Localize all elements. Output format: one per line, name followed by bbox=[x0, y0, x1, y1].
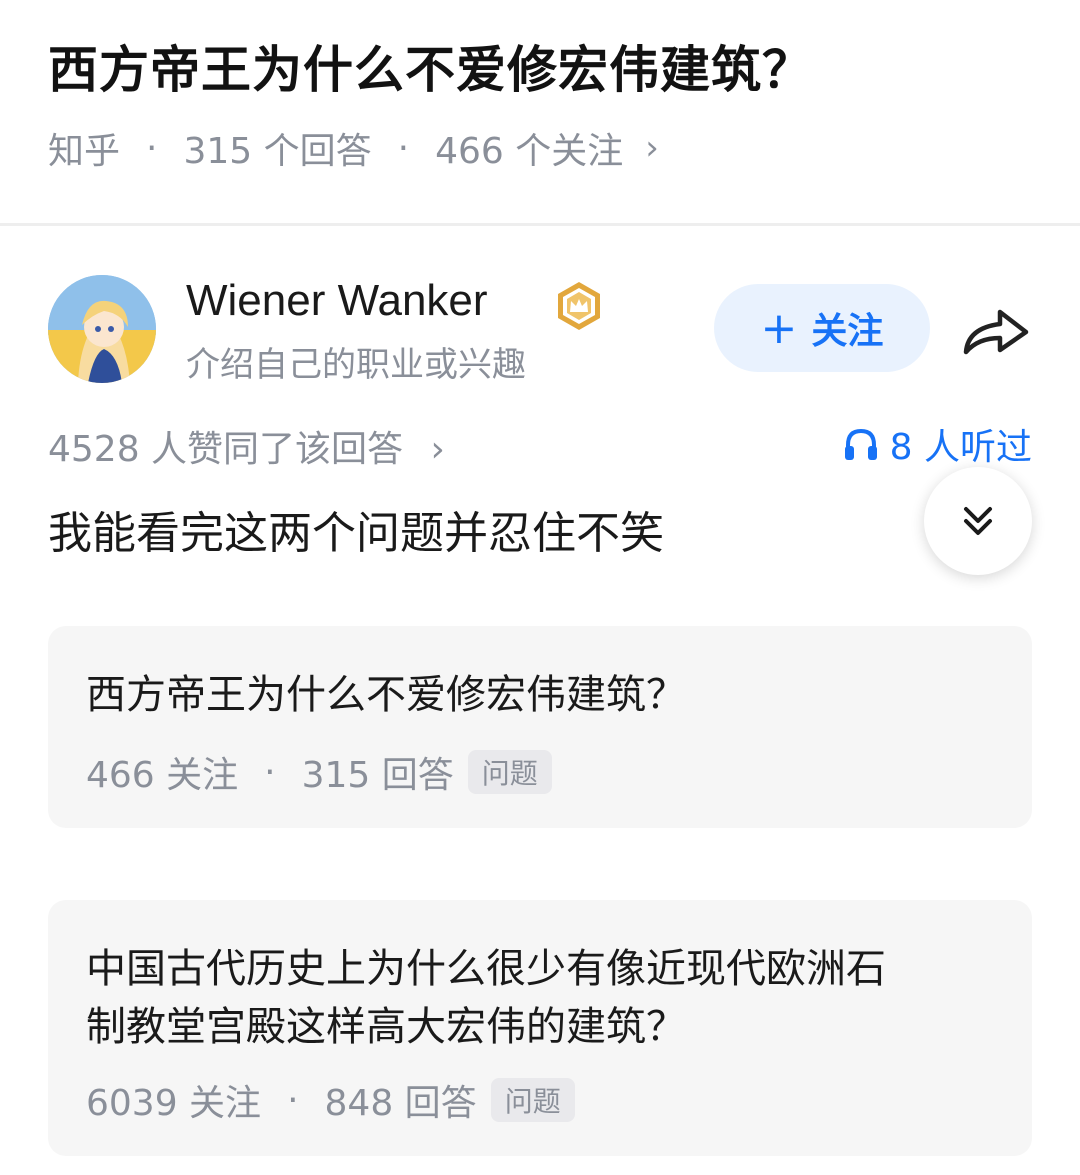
author-name[interactable]: Wiener Wanker bbox=[186, 276, 488, 326]
source-label: 知乎 bbox=[48, 131, 121, 172]
card-answer-count: 315 回答 bbox=[301, 755, 454, 796]
section-divider bbox=[0, 223, 1080, 226]
question-tag: 问题 bbox=[490, 1078, 575, 1122]
separator: · bbox=[264, 751, 276, 793]
question-card-meta: 6039 关注 · 848 回答 问题 bbox=[86, 1074, 575, 1126]
question-card-title-line: 中国古代历史上为什么很少有像近现代欧洲石 bbox=[86, 946, 886, 992]
avatar[interactable] bbox=[48, 275, 156, 383]
answer-count: 315 个回答 bbox=[183, 131, 372, 172]
card-follower-count: 6039 关注 bbox=[86, 1083, 262, 1124]
crown-badge-icon bbox=[558, 282, 600, 330]
card-answer-count: 848 回答 bbox=[324, 1083, 477, 1124]
author-bio: 介绍自己的职业或兴趣 bbox=[186, 345, 526, 385]
plus-icon: + bbox=[760, 302, 798, 354]
headphones-icon bbox=[844, 428, 877, 460]
follow-label: 关注 bbox=[811, 311, 884, 352]
answer-text: 我能看完这两个问题并忍住不笑 bbox=[48, 508, 664, 559]
vote-count-link[interactable]: 4528 人赞同了该回答 › bbox=[48, 420, 445, 472]
chevron-right-icon: › bbox=[430, 429, 445, 470]
chevron-right-icon: › bbox=[645, 128, 659, 168]
double-chevron-down-icon bbox=[964, 507, 992, 535]
question-meta[interactable]: 知乎 · 315 个回答 · 466 个关注 › bbox=[48, 122, 659, 174]
card-follower-count: 466 关注 bbox=[86, 755, 239, 796]
share-icon[interactable] bbox=[962, 300, 1032, 360]
listen-count[interactable]: 8 人听过 bbox=[842, 418, 1032, 470]
question-card-title[interactable]: 西方帝王为什么不爱修宏伟建筑？ bbox=[86, 666, 686, 724]
separator: · bbox=[287, 1079, 299, 1121]
collapse-button[interactable] bbox=[924, 467, 1032, 575]
vote-count: 4528 人赞同了该回答 bbox=[48, 429, 404, 470]
question-title[interactable]: 西方帝王为什么不爱修宏伟建筑？ bbox=[48, 30, 813, 102]
question-tag: 问题 bbox=[467, 750, 552, 794]
separator: · bbox=[397, 127, 410, 169]
follow-button[interactable]: + 关注 bbox=[714, 284, 930, 372]
listen-count-label: 8 人听过 bbox=[889, 427, 1032, 468]
follower-count: 466 个关注 bbox=[435, 131, 624, 172]
question-card-meta: 466 关注 · 315 回答 问题 bbox=[86, 746, 552, 798]
question-card-title[interactable]: 中国古代历史上为什么很少有像近现代欧洲石 制教堂宫殿这样高大宏伟的建筑？ bbox=[86, 940, 886, 1056]
separator: · bbox=[146, 127, 158, 169]
question-card-title-line: 制教堂宫殿这样高大宏伟的建筑？ bbox=[86, 1004, 686, 1050]
